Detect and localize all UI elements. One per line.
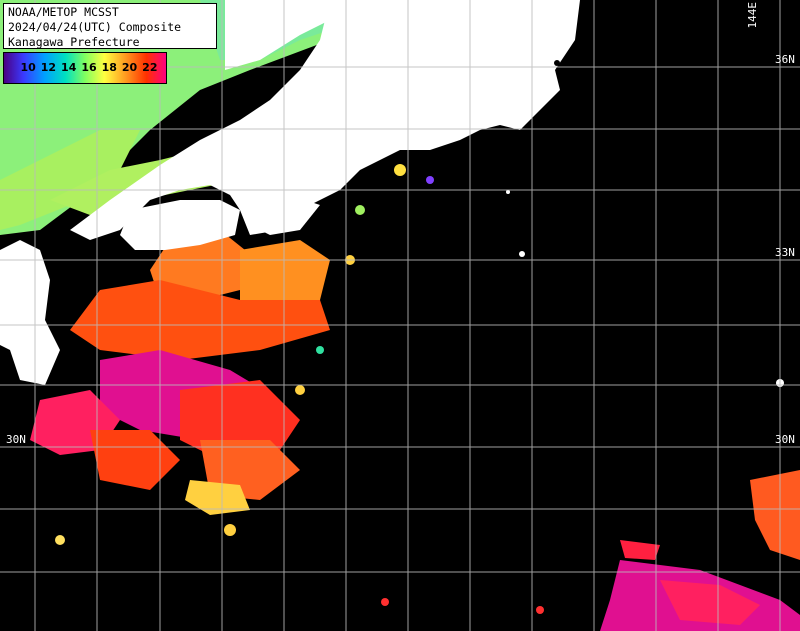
map-canvas — [0, 0, 800, 631]
legend-labels: 10 12 14 16 18 20 22 — [4, 61, 166, 74]
legend-label-20: 20 — [121, 61, 138, 74]
legend-label-16: 16 — [81, 61, 97, 74]
legend-label-14: 14 — [61, 61, 77, 74]
lat-label-33n: 33N — [775, 246, 795, 259]
lat-label-30n-right: 30N — [775, 433, 795, 446]
title-line-1: NOAA/METOP MCSST — [8, 5, 119, 19]
legend-label-22: 22 — [142, 61, 158, 74]
title-line-3: Kanagawa Prefecture — [8, 35, 140, 49]
legend-label-10: 10 — [20, 61, 36, 74]
lon-label-144e: 144E — [746, 2, 759, 29]
map-title-box: NOAA/METOP MCSST 2024/04/24(UTC) Composi… — [3, 3, 217, 49]
sst-map: NOAA/METOP MCSST 2024/04/24(UTC) Composi… — [0, 0, 800, 631]
legend-label-18: 18 — [101, 61, 117, 74]
temperature-legend: 10 12 14 16 18 20 22 — [3, 52, 167, 84]
lat-label-36n: 36N — [775, 53, 795, 66]
lon-label-136e: 136E — [322, 2, 335, 29]
title-line-2: 2024/04/24(UTC) Composite — [8, 20, 182, 34]
lat-label-30n-left: 30N — [6, 433, 26, 446]
legend-label-12: 12 — [40, 61, 57, 74]
